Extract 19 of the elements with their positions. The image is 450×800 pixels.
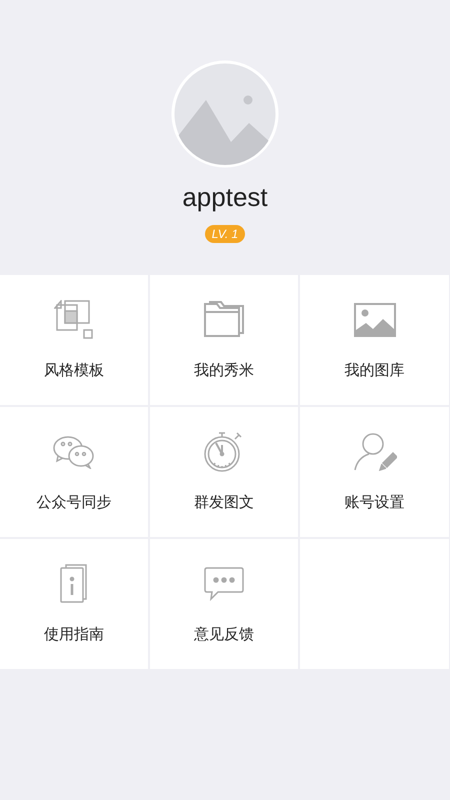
info-book-icon xyxy=(59,564,89,604)
username: apptest xyxy=(182,182,268,212)
menu-tile[interactable]: 我的秀米 xyxy=(150,275,298,405)
chat-bubbles-icon xyxy=(53,435,95,469)
level-badge: LV. 1 xyxy=(204,225,246,243)
menu-tile[interactable]: 风格模板 xyxy=(0,275,148,405)
menu-tile[interactable]: 账号设置 xyxy=(300,407,449,537)
message-icon xyxy=(204,566,244,602)
menu-tile[interactable]: 我的图库 xyxy=(300,275,449,405)
templates-icon xyxy=(54,300,94,340)
menu-tile[interactable]: 意见反馈 xyxy=(150,539,298,669)
menu-tile[interactable]: 群发图文 xyxy=(150,407,298,537)
menu-tile[interactable]: 使用指南 xyxy=(0,539,148,669)
menu-tile[interactable]: 公众号同步 xyxy=(0,407,148,537)
image-icon xyxy=(354,303,396,337)
avatar-placeholder-icon xyxy=(171,60,279,168)
user-edit-icon xyxy=(352,433,396,471)
folder-icon xyxy=(203,300,245,340)
stopwatch-icon xyxy=(204,431,244,473)
